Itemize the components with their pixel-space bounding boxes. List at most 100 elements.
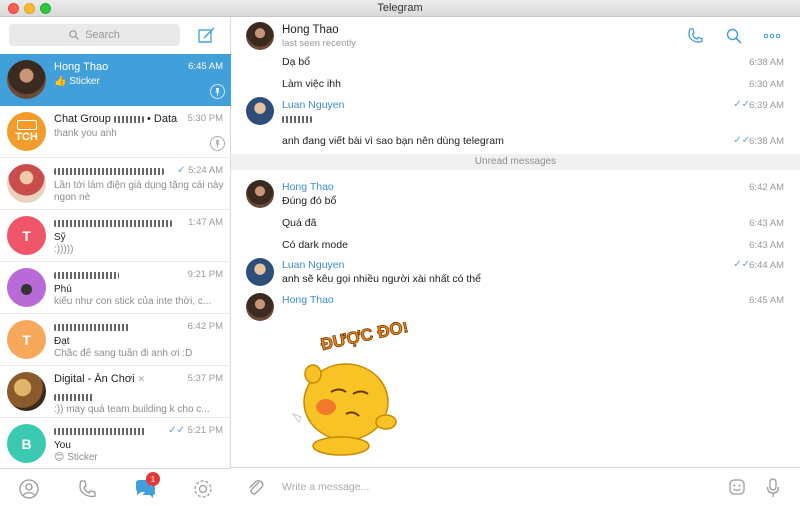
window-title: Telegram [377, 2, 423, 14]
message-time: 6:45 AM [749, 295, 784, 306]
settings-icon[interactable] [192, 478, 214, 500]
chat-time-text: 5:24 AM [188, 165, 223, 176]
avatar: TCH [7, 112, 46, 151]
sidebar: Search Hong Thao 6:45 AM 👍 Sticker TCH C… [0, 17, 231, 506]
chat-item[interactable]: T 1:47 AM Sỹ :))))) [0, 210, 231, 262]
chat-preview: :))))) [54, 244, 74, 255]
contacts-icon[interactable] [18, 478, 40, 500]
chat-item[interactable]: T 6:42 PM Đạt Chắc để sang tuần đi anh ơ… [0, 314, 231, 366]
chat-name [54, 217, 174, 229]
avatar[interactable] [246, 293, 274, 321]
microphone-icon[interactable] [766, 478, 780, 498]
close-window-button[interactable] [8, 3, 19, 14]
chat-time: 5:37 PM [187, 373, 223, 384]
chat-time: 6:45 AM [188, 61, 223, 72]
chat-item-chat-group[interactable]: TCH Chat Group • Data Analyst 5:30 PM th… [0, 106, 231, 158]
chat-item-hong-thao[interactable]: Hong Thao 6:45 AM 👍 Sticker [0, 54, 231, 106]
chat-name: Hong Thao [54, 61, 109, 73]
more-icon[interactable] [763, 27, 781, 45]
chat-item[interactable]: ✓ 5:24 AM Lần tới làm điện giả dụng tặng… [0, 158, 231, 210]
chat-time: 6:42 PM [187, 321, 223, 332]
mute-icon: ✕ [137, 374, 146, 384]
avatar-letters: TCH [15, 131, 38, 143]
message-time: 6:30 AM [749, 79, 784, 90]
search-row: Search [0, 17, 231, 54]
chat-preview: :)) may quá team building k cho c... [54, 404, 210, 415]
redacted-text [113, 115, 144, 123]
avatar-logo-icon [16, 120, 37, 130]
chat-time: ✓✓ 5:21 PM [168, 425, 223, 436]
chat-status: last seen recently [282, 38, 356, 49]
avatar[interactable] [246, 180, 274, 208]
chat-time: 1:47 AM [188, 217, 223, 228]
message-author[interactable]: Hong Thao [282, 294, 334, 306]
sticker-text: ĐƯỢC ĐÓ! [319, 322, 410, 354]
chat-preview: 😊 Sticker [54, 452, 98, 463]
avatar: T [7, 216, 46, 255]
read-check-icon: ✓✓ [733, 135, 750, 146]
chat-time: 9:21 PM [187, 269, 223, 280]
sticker-image[interactable]: ĐƯỢC ĐÓ! [291, 322, 421, 462]
chat-item[interactable]: B ✓✓ 5:21 PM You 😊 Sticker [0, 418, 231, 468]
avatar: T [7, 320, 46, 359]
message-time: 6:38 AM [749, 136, 784, 147]
search-input[interactable]: Search [9, 24, 180, 46]
avatar[interactable] [246, 22, 274, 50]
chat-preview-sender: Đạt [54, 336, 70, 347]
pin-icon [210, 84, 225, 99]
message-input[interactable]: Write a message... [282, 481, 369, 493]
chat-name [54, 321, 174, 333]
message-time: 6:43 AM [749, 218, 784, 229]
message-time: 6:38 AM [749, 57, 784, 68]
chat-item-digital[interactable]: Digital - Ăn Chơi ✕ 5:37 PM :)) may quá … [0, 366, 231, 418]
message-text: Có dark mode [282, 239, 348, 251]
minimize-window-button[interactable] [24, 3, 35, 14]
avatar[interactable] [246, 258, 274, 286]
chat-name [54, 269, 174, 281]
attach-icon[interactable] [247, 478, 265, 496]
message-list: Dạ bổ 6:38 AM Làm việc ihh 6:30 AM Luan … [231, 54, 800, 467]
avatar [7, 372, 46, 411]
avatar-letter: B [21, 435, 32, 452]
message-author[interactable]: Hong Thao [282, 181, 334, 193]
message-text: anh sẽ kêu gọi nhiều người xài nhất có t… [282, 273, 481, 285]
chat-name-text: Chat Group [54, 113, 111, 125]
message-text: Làm việc ihh [282, 78, 341, 90]
avatar[interactable] [246, 97, 274, 125]
chat-preview-sender: Phú [54, 284, 72, 295]
avatar [7, 164, 46, 203]
redacted-text [54, 219, 172, 227]
message-time: 6:43 AM [749, 240, 784, 251]
zoom-window-button[interactable] [40, 3, 51, 14]
search-icon [69, 30, 79, 40]
message-text [282, 113, 312, 125]
phone-icon[interactable] [686, 27, 704, 45]
redacted-text [54, 323, 129, 331]
redacted-text [54, 271, 119, 279]
calls-icon[interactable] [76, 478, 98, 500]
search-placeholder: Search [85, 29, 120, 41]
message-text: Đúng đó bổ [282, 195, 337, 207]
telegram-window: Telegram Search Hong Thao 6:45 AM 👍 Stic… [0, 0, 800, 506]
compose-icon[interactable] [197, 25, 217, 45]
chat-title[interactable]: Hong Thao [282, 24, 339, 36]
read-check-icon: ✓ [177, 165, 186, 176]
message-author[interactable]: Luan Nguyen [282, 259, 344, 271]
unread-badge: 1 [146, 472, 160, 486]
message-author[interactable]: Luan Nguyen [282, 99, 344, 111]
avatar-letter: T [22, 227, 31, 244]
message-time: 6:42 AM [749, 182, 784, 193]
read-check-icon: ✓✓ [168, 425, 185, 436]
chat-panel: Hong Thao last seen recently Dạ bổ 6:38 … [231, 17, 800, 506]
avatar [7, 60, 46, 99]
message-text: anh đang viết bài vì sao bạn nên dùng te… [282, 135, 504, 147]
chat-name-suffix: Data Analyst [153, 113, 179, 125]
search-icon[interactable] [725, 27, 743, 45]
sticker-emoji-icon[interactable] [728, 478, 746, 496]
chats-tab[interactable]: 1 [134, 472, 160, 500]
message-text: Dạ bổ [282, 56, 311, 68]
chat-preview: Lần tới làm điện giả dụng tặng cái này n… [54, 180, 224, 203]
chat-item[interactable]: 9:21 PM Phú kiểu như con stick của inte … [0, 262, 231, 314]
chat-preview [54, 392, 224, 404]
chat-list: Hong Thao 6:45 AM 👍 Sticker TCH Chat Gro… [0, 54, 231, 468]
